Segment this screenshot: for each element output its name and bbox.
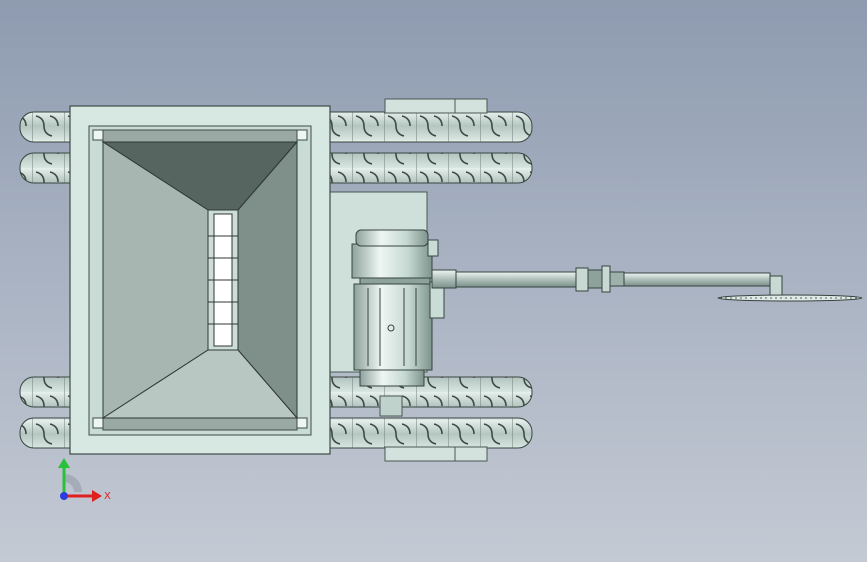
- track-cover-bottom[interactable]: [384, 446, 488, 462]
- axis-triad: X: [58, 458, 111, 502]
- x-axis-label: X: [104, 491, 111, 502]
- model-view[interactable]: X: [0, 0, 867, 562]
- end-plate[interactable]: [717, 294, 863, 302]
- cad-viewport[interactable]: X: [0, 0, 867, 562]
- bearing-block[interactable]: [379, 395, 403, 417]
- z-axis-dot-icon: [60, 492, 68, 500]
- hopper-funnel[interactable]: [101, 140, 299, 420]
- track-cover-top[interactable]: [384, 98, 488, 114]
- extension-arm[interactable]: [431, 265, 783, 299]
- drive-motor[interactable]: [351, 229, 445, 387]
